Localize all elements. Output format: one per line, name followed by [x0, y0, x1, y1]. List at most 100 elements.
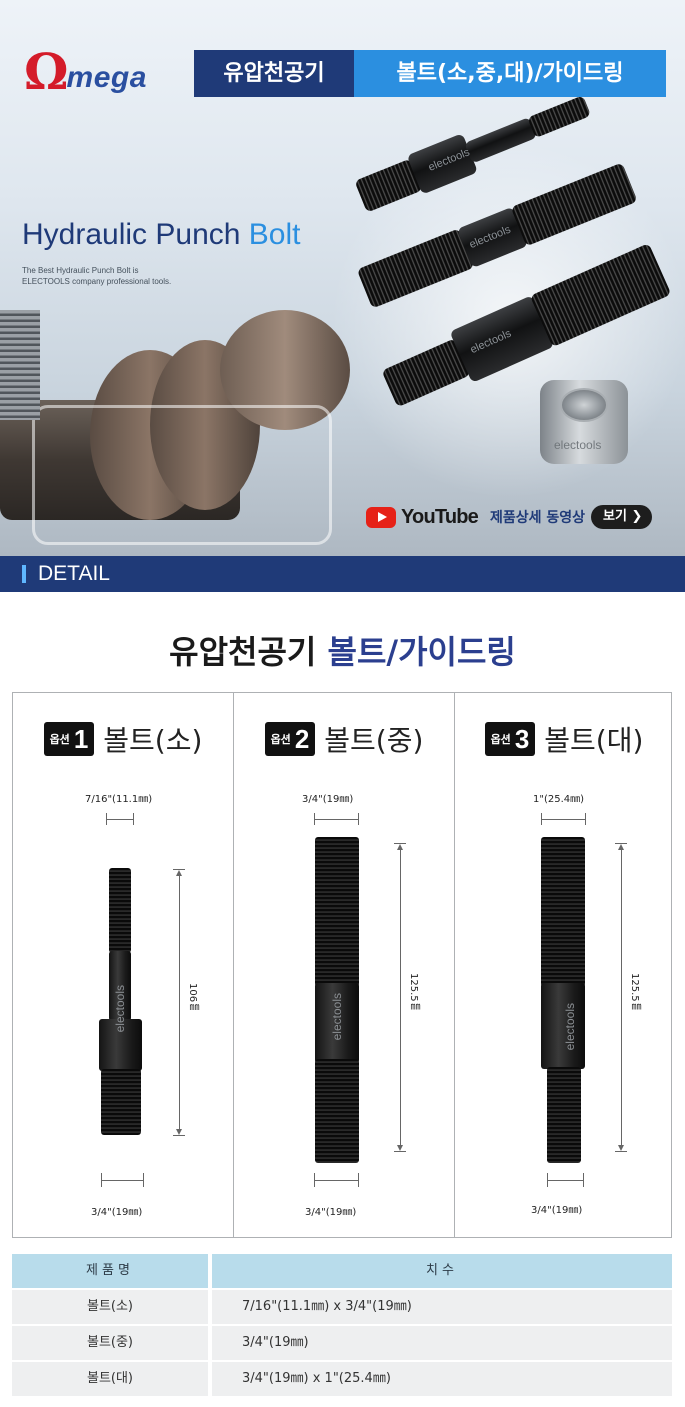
option-3-bot-dim-line [548, 1180, 583, 1181]
option-3-badge-label: 옵션 [490, 733, 511, 746]
table-row: 볼트(대) 3/4"(19㎜) x 1"(25.4㎜) [12, 1362, 672, 1396]
option-1-badge-label: 옵션 [49, 733, 70, 746]
guide-ring-image: electools [540, 380, 628, 464]
spec-row-2-name: 볼트(중) [12, 1326, 208, 1360]
youtube-wordmark: YouTube [401, 505, 479, 528]
option-3-len-tick-bottom [615, 1151, 627, 1152]
option-2-badge-label: 옵션 [270, 733, 291, 746]
machine-hose [0, 310, 40, 420]
option-1-name: 볼트(소) [103, 724, 203, 757]
spec-row-3-name: 볼트(대) [12, 1362, 208, 1396]
section-title-main: 유압천공기 [169, 633, 328, 671]
option-3-len-arrow-bottom [618, 1145, 624, 1151]
hero-subtext: The Best Hydraulic Punch Bolt is ELECTOO… [22, 265, 171, 287]
view-video-button[interactable]: 보기 ❯ [591, 505, 653, 529]
option-3-badge-number: 3 [514, 723, 530, 754]
option-2-length: 125.5㎜ [408, 973, 419, 1012]
option-1-card: 옵션 1 볼트(소) 7/16"(11.1㎜) electools 106㎜ 3… [13, 693, 234, 1237]
option-3-len-arrow-top [618, 844, 624, 850]
option-3-len-line [621, 849, 622, 1145]
machine-highlight-outline [32, 405, 332, 545]
detail-bar-marker [22, 565, 26, 583]
youtube-play-icon [366, 506, 396, 528]
option-1-header: 옵션 1 볼트(소) [13, 719, 233, 759]
video-detail-label: 제품상세 동영상 [489, 510, 586, 526]
option-3-bolt-thread-lower [547, 1067, 581, 1163]
option-3-header: 옵션 3 볼트(대) [455, 719, 673, 759]
option-1-top-dimension: 7/16"(11.1㎜) [85, 794, 153, 805]
option-1-top-tick-right [133, 813, 134, 825]
option-3-bolt-thread-upper [541, 837, 585, 987]
option-1-badge-number: 1 [73, 723, 89, 754]
option-1-bolt-thread-lower [101, 1069, 141, 1135]
option-2-bot-dim-line [315, 1180, 358, 1181]
option-3-bot-tick-right [583, 1173, 584, 1187]
option-2-top-dimension: 3/4"(19㎜) [302, 794, 354, 805]
table-row: 볼트(소) 7/16"(11.1㎜) x 3/4"(19㎜) [12, 1290, 672, 1324]
hero-heading: Hydraulic Punch Bolt [22, 217, 300, 253]
omega-logo: Ω mega [24, 42, 147, 101]
option-2-bolt-thread-upper [315, 837, 359, 987]
option-1-badge: 옵션 1 [43, 722, 95, 756]
option-1-length: 106㎜ [187, 983, 198, 1013]
hero-subtext-line1: The Best Hydraulic Punch Bolt is [22, 266, 139, 275]
spec-header-size: 치수 [212, 1254, 672, 1288]
option-2-bolt-etch: electools [330, 993, 344, 1041]
option-1-bot-tick-right [143, 1173, 144, 1187]
hero-banner: Ω mega 유압천공기 볼트(소,중,대)/가이드링 Hydraulic Pu… [0, 0, 685, 556]
option-3-bottom-dimension: 3/4"(19㎜) [531, 1205, 583, 1216]
bolt-small-thread-upper [527, 95, 592, 139]
detail-bar-label: DETAIL [38, 562, 110, 585]
hero-heading-main: Hydraulic Punch [22, 218, 249, 251]
omega-logo-symbol: Ω [24, 42, 69, 101]
spec-row-1-name: 볼트(소) [12, 1290, 208, 1324]
option-2-top-tick-right [358, 813, 359, 825]
spec-header-product: 제품명 [12, 1254, 208, 1288]
option-3-badge: 옵션 3 [484, 722, 536, 756]
option-3-top-dimension: 1"(25.4㎜) [533, 794, 585, 805]
spec-row-3-size: 3/4"(19㎜) x 1"(25.4㎜) [212, 1362, 672, 1396]
option-3-top-dim-line [542, 819, 585, 820]
option-2-bot-tick-right [358, 1173, 359, 1187]
option-2-len-arrow-bottom [397, 1145, 403, 1151]
option-1-bolt-thread-upper [109, 868, 131, 953]
option-1-len-arrow-bottom [176, 1129, 182, 1135]
option-1-top-dim-line [107, 819, 133, 820]
product-category: 유압천공기 [194, 50, 354, 97]
option-2-badge-number: 2 [294, 723, 310, 754]
hero-heading-highlight: Bolt [248, 218, 301, 251]
option-1-len-tick-bottom [173, 1135, 185, 1136]
option-2-len-arrow-top [397, 844, 403, 850]
hydraulic-punch-machine-image [0, 290, 360, 556]
youtube-video-link[interactable]: YouTube 제품상세 동영상 보기 ❯ [366, 503, 653, 531]
option-1-len-line [179, 875, 180, 1129]
option-1-len-arrow-top [176, 870, 182, 876]
spec-table: 제품명 치수 볼트(소) 7/16"(11.1㎜) x 3/4"(19㎜) 볼트… [12, 1254, 672, 1398]
option-2-top-dim-line [315, 819, 358, 820]
hero-subtext-line2: ELECTOOLS company professional tools. [22, 277, 172, 286]
option-2-badge: 옵션 2 [264, 722, 316, 756]
option-2-card: 옵션 2 볼트(중) 3/4"(19㎜) electools 125.5㎜ 3/… [234, 693, 455, 1237]
section-title-highlight: 볼트/가이드링 [327, 633, 516, 671]
section-title: 유압천공기 볼트/가이드링 [0, 628, 685, 676]
option-2-header: 옵션 2 볼트(중) [234, 719, 454, 759]
option-2-bolt-thread-lower [315, 1059, 359, 1163]
option-3-bolt-etch: electools [563, 1003, 577, 1051]
guide-ring-hole [560, 388, 608, 422]
option-2-bottom-dimension: 3/4"(19㎜) [305, 1207, 357, 1218]
option-2-len-line [400, 849, 401, 1145]
omega-logo-text: mega [66, 61, 147, 94]
options-grid: 옵션 1 볼트(소) 7/16"(11.1㎜) electools 106㎜ 3… [12, 692, 672, 1238]
option-1-bolt-etch: electools [113, 985, 127, 1033]
spec-row-2-size: 3/4"(19㎜) [212, 1326, 672, 1360]
option-2-name: 볼트(중) [324, 724, 424, 757]
option-3-length: 125.5㎜ [629, 973, 640, 1012]
option-3-card: 옵션 3 볼트(대) 1"(25.4㎜) electools 125.5㎜ 3/… [455, 693, 673, 1237]
guide-ring-etch: electools [554, 438, 602, 452]
option-3-top-tick-right [585, 813, 586, 825]
option-3-name: 볼트(대) [544, 724, 644, 757]
spec-row-1-size: 7/16"(11.1㎜) x 3/4"(19㎜) [212, 1290, 672, 1324]
table-row: 볼트(중) 3/4"(19㎜) [12, 1326, 672, 1360]
option-2-len-tick-bottom [394, 1151, 406, 1152]
spec-table-header: 제품명 치수 [12, 1254, 672, 1288]
